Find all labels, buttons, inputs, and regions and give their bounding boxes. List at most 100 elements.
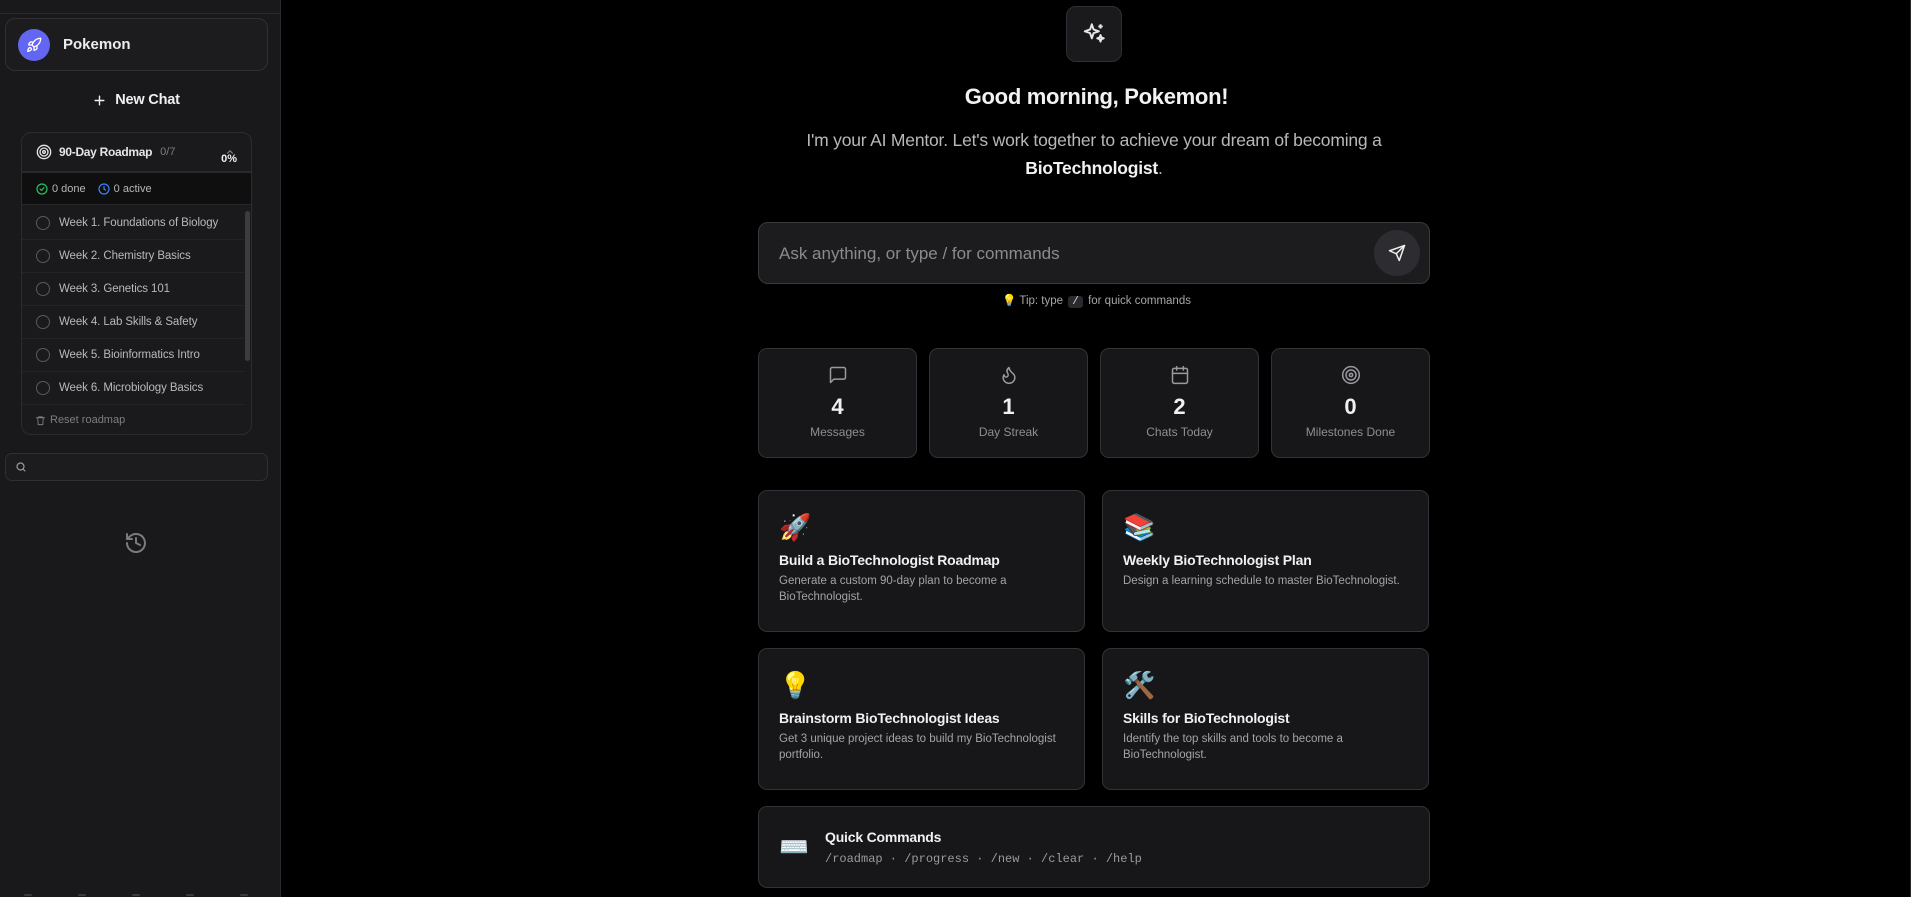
intro-suffix: . xyxy=(1158,158,1163,178)
week-item[interactable]: Week 5. Bioinformatics Intro xyxy=(22,339,244,372)
profile-name: Pokemon xyxy=(63,36,131,53)
roadmap-scrollbar[interactable] xyxy=(245,211,250,361)
week-label: Week 2. Chemistry Basics xyxy=(59,250,191,262)
stats-row: 4 Messages 1 Day Streak 2 Chats Today 0 … xyxy=(758,348,1430,458)
footer-icon[interactable] xyxy=(24,894,32,896)
calendar-icon xyxy=(1170,365,1190,385)
sparkles-icon xyxy=(1083,23,1105,43)
app-root: Pokemon New Chat 90-Day Roadmap 0/7 0 do… xyxy=(0,0,1911,897)
circle-checkbox-icon[interactable] xyxy=(36,315,50,329)
quick-commands-card[interactable]: ⌨️ Quick Commands /roadmap · /progress ·… xyxy=(758,806,1430,888)
tip-prefix: Tip: type xyxy=(1019,295,1064,307)
roadmap-percent: 0% xyxy=(221,153,237,165)
stat-label: Day Streak xyxy=(978,425,1039,439)
card-title: Brainstorm BioTechnologist Ideas xyxy=(779,710,1000,726)
lightbulb-icon: 💡 xyxy=(779,670,812,700)
roadmap-panel: 90-Day Roadmap 0/7 0 done 0 active 0% We… xyxy=(21,132,252,435)
card-title: Weekly BioTechnologist Plan xyxy=(1123,552,1312,568)
stat-value: 2 xyxy=(1173,394,1186,419)
stat-label: Chats Today xyxy=(1146,425,1213,439)
flame-icon xyxy=(999,365,1019,385)
week-item[interactable]: Week 6. Microbiology Basics xyxy=(22,372,244,405)
suggestion-card-weekly-plan[interactable]: 📚 Weekly BioTechnologist Plan Design a l… xyxy=(1102,490,1429,632)
suggestion-card-roadmap[interactable]: 🚀 Build a BioTechnologist Roadmap Genera… xyxy=(758,490,1085,632)
card-description: Generate a custom 90-day plan to become … xyxy=(779,575,1007,603)
new-chat-button[interactable]: New Chat xyxy=(5,84,268,116)
card-description: Identify the top skills and tools to bec… xyxy=(1123,733,1343,761)
search-icon xyxy=(16,462,26,472)
intro-prefix: I'm your AI Mentor. Let's work together … xyxy=(806,130,1382,150)
circle-checkbox-icon[interactable] xyxy=(36,348,50,362)
roadmap-title: 90-Day Roadmap xyxy=(59,145,153,159)
week-label: Week 3. Genetics 101 xyxy=(59,283,170,295)
done-count: 0 done xyxy=(52,182,86,195)
send-icon xyxy=(1388,244,1406,262)
week-item[interactable]: Week 2. Chemistry Basics xyxy=(22,240,244,273)
week-list: Week 1. Foundations of Biology Week 2. C… xyxy=(22,207,244,407)
footer-icon[interactable] xyxy=(240,894,248,896)
card-description: Design a learning schedule to master Bio… xyxy=(1123,575,1400,587)
week-label: Week 5. Bioinformatics Intro xyxy=(59,349,200,361)
active-count: 0 active xyxy=(113,182,152,195)
week-item[interactable]: Week 1. Foundations of Biology xyxy=(22,207,244,240)
card-title: Skills for BioTechnologist xyxy=(1123,710,1290,726)
tip-key: / xyxy=(1068,296,1083,308)
stat-card-milestones: 0 Milestones Done xyxy=(1271,348,1430,458)
circle-checkbox-icon[interactable] xyxy=(36,282,50,296)
stat-value: 1 xyxy=(1002,394,1015,419)
greeting-heading: Good morning, Pokemon! xyxy=(964,84,1229,109)
circle-checkbox-icon[interactable] xyxy=(36,216,50,230)
avatar xyxy=(18,28,50,61)
circle-checkbox-icon[interactable] xyxy=(36,381,50,395)
active-chip: 0 active xyxy=(98,183,152,195)
intro-goal: BioTechnologist xyxy=(1025,158,1159,178)
card-title: Build a BioTechnologist Roadmap xyxy=(779,552,1000,568)
chat-composer xyxy=(758,222,1430,284)
footer-icon[interactable] xyxy=(186,894,194,896)
profile-card[interactable]: Pokemon xyxy=(5,18,268,71)
week-label: Week 1. Foundations of Biology xyxy=(59,217,219,229)
rocket-icon xyxy=(27,37,42,52)
target-icon xyxy=(36,144,52,160)
stat-card-messages: 4 Messages xyxy=(758,348,917,458)
plus-icon xyxy=(94,94,105,106)
reset-roadmap-button[interactable]: Reset roadmap xyxy=(35,414,125,426)
footer-icon[interactable] xyxy=(132,894,140,896)
check-circle-icon xyxy=(36,182,48,195)
done-chip: 0 done xyxy=(36,183,86,195)
history-icon xyxy=(124,531,148,560)
suggestion-card-skills[interactable]: 🛠️ Skills for BioTechnologist Identify t… xyxy=(1102,648,1429,790)
new-chat-label: New Chat xyxy=(115,92,180,108)
keyboard-icon: ⌨️ xyxy=(779,834,809,861)
stat-value: 4 xyxy=(831,394,844,419)
tools-icon: 🛠️ xyxy=(1123,670,1156,700)
quick-commands-list: /roadmap · /progress · /new · /clear · /… xyxy=(825,852,1142,866)
clock-icon xyxy=(98,182,110,195)
main-area: Good morning, Pokemon! I'm your AI Mento… xyxy=(282,0,1911,897)
sidebar-footer xyxy=(0,893,280,897)
roadmap-count: 0/7 xyxy=(160,146,176,158)
week-item[interactable]: Week 3. Genetics 101 xyxy=(22,273,244,306)
rocket-icon: 🚀 xyxy=(779,512,812,542)
sidebar: Pokemon New Chat 90-Day Roadmap 0/7 0 do… xyxy=(0,0,281,897)
roadmap-header[interactable]: 90-Day Roadmap 0/7 xyxy=(22,133,251,173)
stat-label: Messages xyxy=(810,425,865,439)
chat-input[interactable] xyxy=(779,241,1359,267)
search-input[interactable] xyxy=(33,460,253,474)
target-icon xyxy=(1341,365,1361,385)
roadmap-stats: 0 done 0 active xyxy=(22,173,251,205)
sparkles-badge xyxy=(1066,6,1122,62)
week-item[interactable]: Week 4. Lab Skills & Safety xyxy=(22,306,244,339)
card-description: Get 3 unique project ideas to build my B… xyxy=(779,733,1056,761)
send-button[interactable] xyxy=(1374,230,1420,276)
trash-icon xyxy=(35,415,46,425)
circle-checkbox-icon[interactable] xyxy=(36,249,50,263)
suggestion-card-brainstorm[interactable]: 💡 Brainstorm BioTechnologist Ideas Get 3… xyxy=(758,648,1085,790)
books-icon: 📚 xyxy=(1123,512,1156,542)
divider xyxy=(0,13,280,14)
quick-commands-title: Quick Commands xyxy=(825,829,942,845)
search-box[interactable] xyxy=(5,453,268,481)
footer-icon[interactable] xyxy=(78,894,86,896)
intro-text: I'm your AI Mentor. Let's work together … xyxy=(742,126,1446,182)
stat-label: Milestones Done xyxy=(1305,425,1396,439)
